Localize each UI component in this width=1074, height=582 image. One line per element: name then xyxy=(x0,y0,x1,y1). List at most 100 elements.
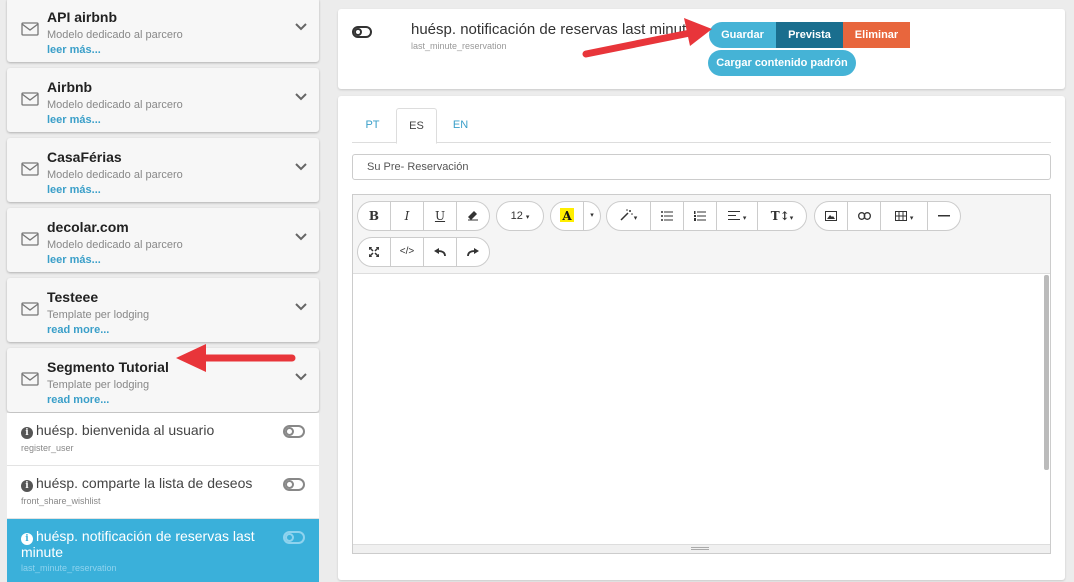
horizontal-rule-icon xyxy=(938,215,950,217)
card-title: decolar.com xyxy=(47,219,129,235)
template-item-last-minute[interactable]: i huésp. notificación de reservas last mi… xyxy=(7,519,319,582)
link-icon xyxy=(857,212,871,220)
toggle-switch[interactable] xyxy=(283,478,305,491)
card-subtitle: Modelo dedicado al parcero xyxy=(47,169,183,181)
font-size-dropdown[interactable]: 12 ▾ xyxy=(496,201,544,231)
editor-scrollbar[interactable] xyxy=(1044,275,1049,470)
tab-pt[interactable]: PT xyxy=(352,108,393,144)
undo-button[interactable] xyxy=(423,237,457,267)
template-key: register_user xyxy=(21,443,74,453)
subject-input[interactable] xyxy=(352,154,1051,180)
card-subtitle: Modelo dedicado al parcero xyxy=(47,239,183,251)
line-height-icon: T↕ xyxy=(770,209,790,223)
fullscreen-button[interactable] xyxy=(357,237,391,267)
template-title: huésp. comparte la lista de deseos xyxy=(36,475,253,491)
rich-text-editor: B I U 12 ▾ A ▾ ▾ ▾ T↕▾ ▾ </> xyxy=(352,194,1051,554)
expand-icon xyxy=(368,246,380,258)
text-color-dropdown[interactable]: ▾ xyxy=(583,201,601,231)
delete-button[interactable]: Eliminar xyxy=(843,22,910,48)
insert-link-button[interactable] xyxy=(847,201,881,231)
style-dropdown[interactable]: ▾ xyxy=(606,201,651,231)
card-title: Testeee xyxy=(47,289,99,305)
horizontal-rule-button[interactable] xyxy=(927,201,961,231)
segment-card-testeee[interactable]: Testeee Template per lodging read more..… xyxy=(7,278,319,342)
editor-resize-handle[interactable] xyxy=(353,544,1050,553)
italic-button[interactable]: I xyxy=(390,201,424,231)
numbered-list-icon xyxy=(694,211,706,221)
toggle-switch[interactable] xyxy=(283,425,305,438)
caret-down-icon: ▾ xyxy=(909,215,914,222)
segment-card-casaferias[interactable]: CasaFérias Modelo dedicado al parcero le… xyxy=(7,138,319,202)
align-left-icon xyxy=(727,211,740,220)
chevron-down-icon[interactable] xyxy=(295,92,307,102)
segment-card-airbnb[interactable]: Airbnb Modelo dedicado al parcero leer m… xyxy=(7,68,319,132)
read-more-link[interactable]: leer más... xyxy=(47,114,101,126)
read-more-link[interactable]: leer más... xyxy=(47,254,101,266)
table-icon xyxy=(894,211,907,221)
preview-button[interactable]: Prevista xyxy=(776,22,843,48)
template-header: huésp. notificación de reservas last min… xyxy=(338,9,1065,89)
template-title: huésp. bienvenida al usuario xyxy=(36,422,215,438)
read-more-link[interactable]: read more... xyxy=(47,394,109,406)
magic-wand-icon xyxy=(620,209,633,221)
chevron-down-icon[interactable] xyxy=(295,162,307,172)
segment-card-api-airbnb[interactable]: API airbnb Modelo dedicado al parcero le… xyxy=(7,0,319,62)
redo-icon xyxy=(467,248,479,257)
load-default-content-button[interactable]: Cargar contenido padrón xyxy=(708,50,856,76)
envelope-icon xyxy=(21,302,39,316)
eraser-icon xyxy=(468,211,478,221)
caret-down-icon: ▾ xyxy=(525,214,530,221)
read-more-link[interactable]: leer más... xyxy=(47,184,101,196)
caret-down-icon: ▾ xyxy=(789,213,794,222)
template-item-share-wishlist[interactable]: i huésp. comparte la lista de deseos fron… xyxy=(7,466,319,519)
card-subtitle: Modelo dedicado al parcero xyxy=(47,99,183,111)
text-color-button[interactable]: A xyxy=(550,201,584,231)
tab-en[interactable]: EN xyxy=(440,108,481,144)
card-subtitle: Modelo dedicado al parcero xyxy=(47,29,183,41)
paragraph-align-dropdown[interactable]: ▾ xyxy=(716,201,758,231)
underline-button[interactable]: U xyxy=(423,201,457,231)
redo-button[interactable] xyxy=(456,237,490,267)
app-root: API airbnb Modelo dedicado al parcero le… xyxy=(0,0,1074,582)
editor-toolbar: B I U 12 ▾ A ▾ ▾ ▾ T↕▾ ▾ </> xyxy=(353,195,1050,274)
picture-icon xyxy=(825,211,837,221)
insert-table-dropdown[interactable]: ▾ xyxy=(880,201,928,231)
template-item-register-user[interactable]: i huésp. bienvenida al usuario register_u… xyxy=(7,413,319,466)
template-title: huésp. notificación de reservas last min… xyxy=(21,528,255,560)
code-view-button[interactable]: </> xyxy=(390,237,424,267)
segment-card-segmento-tutorial[interactable]: Segmento Tutorial Template per lodging r… xyxy=(7,348,319,412)
envelope-icon xyxy=(21,372,39,386)
caret-down-icon: ▾ xyxy=(742,215,747,222)
chevron-down-icon[interactable] xyxy=(295,372,307,382)
template-sidebar: API airbnb Modelo dedicado al parcero le… xyxy=(0,0,326,582)
template-name: huésp. notificación de reservas last min… xyxy=(411,21,695,38)
tab-es[interactable]: ES xyxy=(396,108,437,144)
info-icon: i xyxy=(21,480,33,492)
segment-card-decolar[interactable]: decolar.com Modelo dedicado al parcero l… xyxy=(7,208,319,272)
read-more-link[interactable]: leer más... xyxy=(47,44,101,56)
chevron-down-icon[interactable] xyxy=(295,302,307,312)
bold-button[interactable]: B xyxy=(357,201,391,231)
editor-panel: PT ES EN B I U 12 ▾ A ▾ ▾ xyxy=(338,96,1065,580)
editor-content-area[interactable] xyxy=(353,274,1050,544)
card-subtitle: Template per lodging xyxy=(47,309,150,321)
toggle-switch[interactable] xyxy=(283,531,305,544)
eraser-button[interactable] xyxy=(456,201,490,231)
caret-down-icon: ▾ xyxy=(590,212,594,219)
chevron-down-icon[interactable] xyxy=(295,22,307,32)
bullet-list-icon xyxy=(661,211,673,221)
template-key: front_share_wishlist xyxy=(21,496,101,506)
insert-image-button[interactable] xyxy=(814,201,848,231)
line-height-dropdown[interactable]: T↕▾ xyxy=(757,201,807,231)
card-subtitle: Template per lodging xyxy=(47,379,150,391)
font-size-value: 12 xyxy=(510,210,523,222)
code-icon: </> xyxy=(399,246,415,257)
save-button[interactable]: Guardar xyxy=(709,22,776,48)
toggle-switch[interactable] xyxy=(352,26,372,38)
chevron-down-icon[interactable] xyxy=(295,232,307,242)
unordered-list-button[interactable] xyxy=(650,201,684,231)
envelope-icon xyxy=(21,22,39,36)
ordered-list-button[interactable] xyxy=(683,201,717,231)
grip-icon xyxy=(691,547,709,550)
read-more-link[interactable]: read more... xyxy=(47,324,109,336)
